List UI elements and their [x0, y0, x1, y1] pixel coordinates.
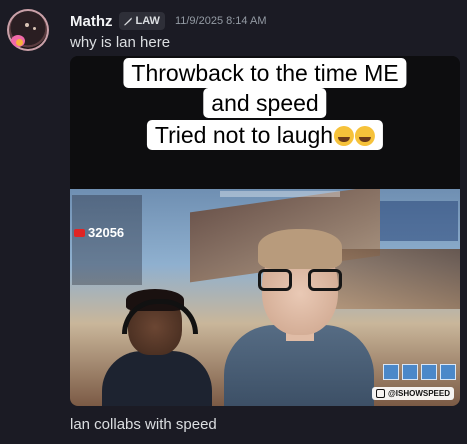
followup-message-text: lan collabs with speed — [70, 416, 217, 433]
glasses-lens-left — [258, 269, 292, 291]
youtube-play-icon — [74, 228, 85, 237]
avatar-detail — [25, 23, 29, 27]
message-timestamp: 11/9/2025 8:14 AM — [174, 15, 267, 27]
game-hud-minimap — [380, 201, 458, 241]
glasses — [258, 269, 342, 291]
video-frame: 32056 @ISHOWSPEED — [70, 189, 460, 406]
video-caption-area: Throwback to the time ME and speed Tried… — [70, 56, 460, 189]
caption-line-2: and speed — [203, 88, 327, 118]
laughing-emoji-icon — [334, 126, 355, 146]
subscriber-counter: 32056 — [74, 225, 124, 240]
quickbar-slot — [440, 364, 456, 380]
video-watermark: @ISHOWSPEED — [371, 387, 454, 400]
stream-overlay-panel — [72, 195, 142, 285]
username[interactable]: Mathz — [70, 13, 113, 30]
video-attachment[interactable]: Throwback to the time ME and speed Tried… — [70, 56, 460, 406]
caption-line-3-text: Tried not to laugh — [154, 122, 334, 148]
person-left — [102, 285, 212, 406]
role-tag[interactable]: LAW — [118, 12, 165, 30]
quickbar-slot — [402, 364, 418, 380]
quickbar-slot — [421, 364, 437, 380]
laughing-emoji-icon — [355, 126, 376, 146]
caption-line-3: Tried not to laugh — [146, 120, 384, 150]
user-avatar[interactable] — [7, 9, 49, 51]
chat-message: Mathz LAW 11/9/2025 8:14 AM why is lan h… — [0, 0, 467, 444]
message-text: why is lan here — [70, 34, 171, 51]
quill-pen-icon — [123, 17, 132, 26]
avatar-detail — [16, 39, 23, 46]
quickbar-slot — [383, 364, 399, 380]
role-tag-label: LAW — [135, 15, 160, 27]
game-hud-top — [220, 191, 340, 197]
person-right-hair — [258, 229, 342, 269]
person-right — [224, 229, 374, 406]
message-header: Mathz LAW 11/9/2025 8:14 AM — [70, 10, 267, 32]
game-quickbar — [383, 364, 456, 380]
glasses-lens-right — [308, 269, 342, 291]
subscriber-count: 32056 — [88, 225, 125, 240]
caption-line-1: Throwback to the time ME — [123, 58, 407, 88]
instagram-icon — [375, 389, 385, 398]
person-left-body — [102, 351, 212, 406]
watermark-handle: @ISHOWSPEED — [387, 389, 450, 398]
avatar-detail — [33, 27, 36, 30]
